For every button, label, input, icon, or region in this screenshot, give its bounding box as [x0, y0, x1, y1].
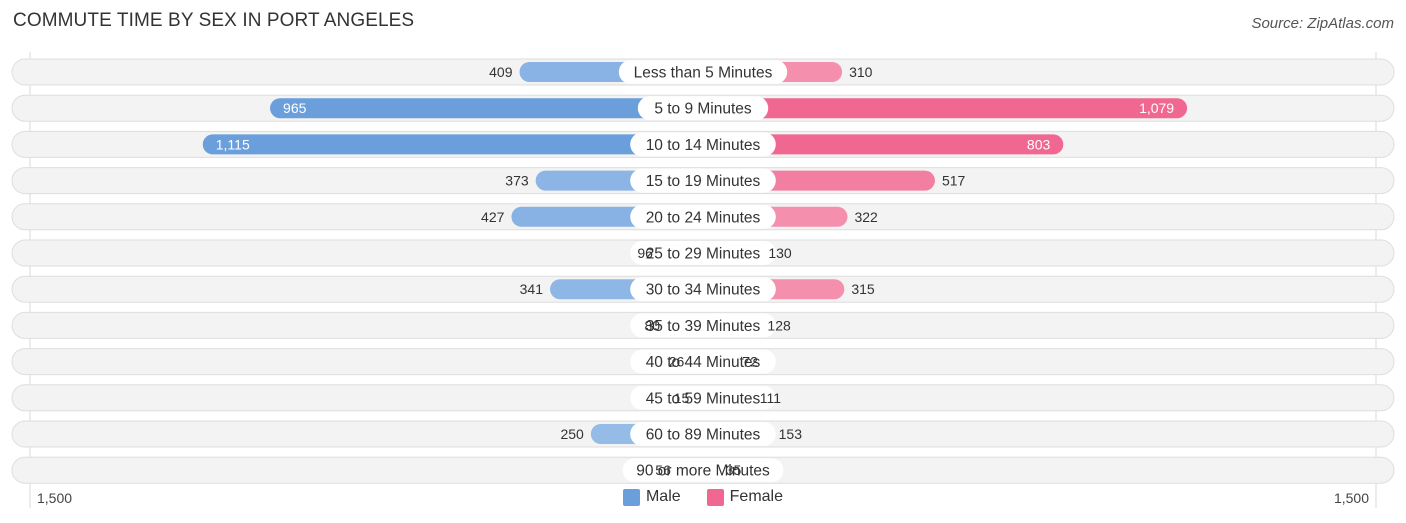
category-label: 15 to 19 Minutes: [646, 173, 761, 190]
value-label-male: 373: [505, 173, 529, 189]
value-label-female: 130: [768, 245, 792, 261]
row-1: 5 to 9 Minutes 965 1,079: [11, 94, 1395, 122]
bar-female: [703, 98, 1188, 119]
row-3: 15 to 19 Minutes 373 517: [11, 167, 1395, 195]
category-label: 45 to 59 Minutes: [646, 390, 761, 407]
value-label-female: 322: [854, 209, 878, 225]
category-label: Less than 5 Minutes: [634, 65, 773, 82]
category-label: 60 to 89 Minutes: [646, 427, 761, 444]
value-label-female: 803: [1027, 136, 1051, 152]
value-label-male: 80: [645, 317, 661, 333]
category-label: 25 to 29 Minutes: [646, 246, 761, 263]
value-label-male: 1,115: [216, 136, 250, 152]
legend-swatch-male: [622, 488, 640, 506]
value-label-female: 72: [742, 354, 758, 370]
row-6: 30 to 34 Minutes 341 315: [11, 275, 1395, 303]
row-9: 45 to 59 Minutes15 111: [11, 384, 1395, 412]
bar-male: [202, 134, 703, 155]
value-label-male: 15: [674, 390, 690, 406]
category-label: 35 to 39 Minutes: [646, 318, 761, 335]
value-label-male: 409: [489, 64, 513, 80]
value-label-male: 26: [669, 354, 685, 370]
legend-item-female: Female: [706, 488, 784, 506]
value-label-female: 153: [779, 426, 803, 442]
legend-swatch-female: [706, 488, 724, 506]
category-label: 20 to 24 Minutes: [646, 209, 761, 226]
row-10: 60 to 89 Minutes 250 153: [11, 420, 1395, 448]
legend-label-female: Female: [729, 488, 784, 505]
value-label-female: 128: [767, 317, 791, 333]
category-label: 10 to 14 Minutes: [646, 137, 761, 154]
value-label-male: 56: [655, 462, 671, 478]
row-11: 90 or more Minutes56 35: [11, 456, 1395, 484]
chart-canvas: Less than 5 Minutes 409 310 5 to 9 Minutes 9…: [11, 52, 1395, 508]
row-0: Less than 5 Minutes 409 310: [11, 58, 1395, 86]
row-7: 35 to 39 Minutes80 128: [11, 311, 1395, 339]
category-label: 30 to 34 Minutes: [646, 282, 761, 299]
value-label-female: 310: [849, 64, 873, 80]
value-label-female: 111: [760, 390, 781, 406]
legend-item-male: Male: [622, 488, 681, 506]
legend-label-male: Male: [645, 488, 681, 505]
value-label-male: 427: [481, 209, 505, 225]
value-label-male: 96: [637, 245, 653, 261]
value-label-female: 1,079: [1139, 100, 1174, 116]
value-label-male: 965: [283, 100, 307, 116]
row-8: 40 to 44 Minutes26 72: [11, 348, 1395, 376]
value-label-male: 250: [560, 426, 584, 442]
category-label: 5 to 9 Minutes: [654, 101, 752, 118]
value-label-male: 341: [520, 281, 544, 297]
legend: Male Female: [0, 488, 1406, 506]
value-label-female: 517: [942, 173, 966, 189]
value-label-female: 35: [726, 462, 742, 478]
row-2: 10 to 14 Minutes 1,115 803: [11, 130, 1395, 158]
row-5: 25 to 29 Minutes96 130: [11, 239, 1395, 267]
row-4: 20 to 24 Minutes 427 322: [11, 203, 1395, 231]
value-label-female: 315: [851, 281, 875, 297]
